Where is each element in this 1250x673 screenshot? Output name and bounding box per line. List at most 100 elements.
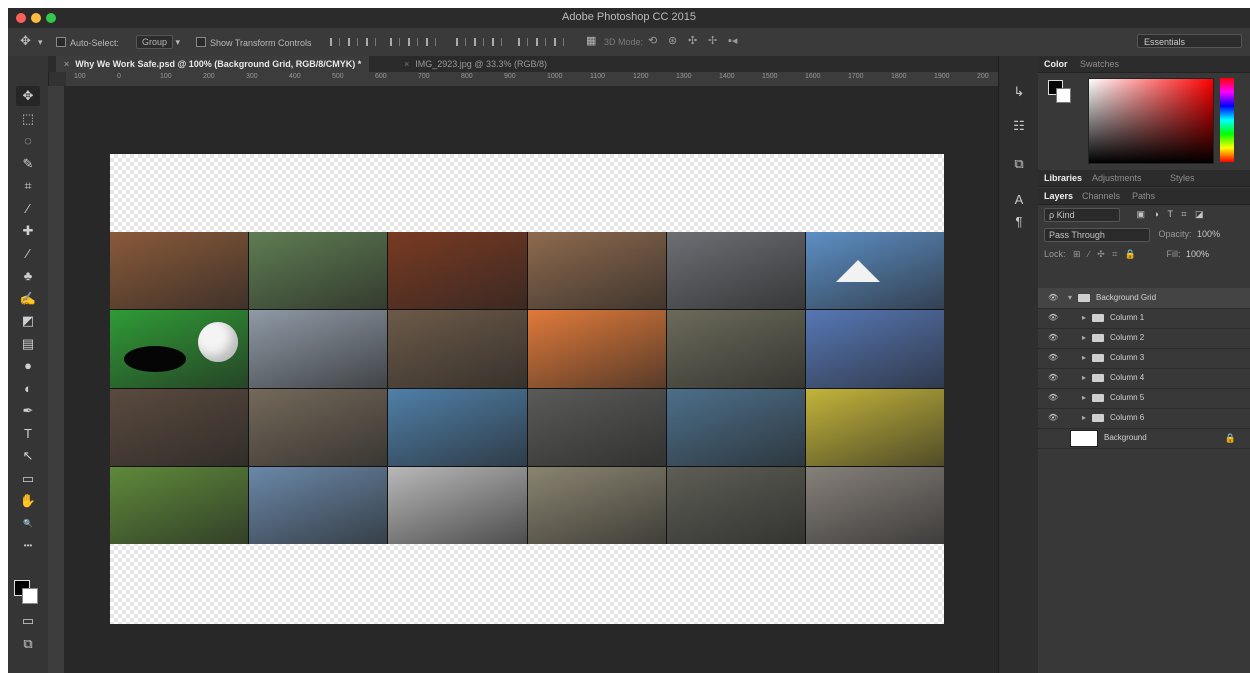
history-panel-icon[interactable]: ↳ — [1009, 84, 1029, 100]
collapse-chevron-icon[interactable]: ▸ — [1082, 328, 1086, 348]
photo-cell[interactable] — [527, 310, 666, 388]
vertical-ruler[interactable] — [48, 86, 65, 673]
photo-cell[interactable] — [249, 310, 388, 388]
photo-cell[interactable] — [110, 466, 249, 544]
3d-roll-icon[interactable]: ⊛ — [668, 34, 677, 47]
type-filter-icon[interactable]: T — [1168, 209, 1173, 219]
quick-select-icon[interactable]: ✎ — [16, 154, 40, 174]
auto-select-checkbox[interactable]: Auto-Select: — [56, 37, 119, 48]
distribute-bottom-icon[interactable] — [492, 38, 502, 46]
layer-row[interactable]: 👁 ▸ Column 5 — [1038, 388, 1250, 409]
photo-cell[interactable] — [388, 310, 527, 388]
tab-swatches[interactable]: Swatches — [1080, 59, 1119, 69]
screen-mode-icon[interactable]: ⧉ — [16, 634, 40, 654]
stamp-icon[interactable]: ♣ — [16, 266, 40, 286]
photo-cell[interactable] — [527, 388, 666, 466]
workspace-dropdown[interactable]: Essentials — [1137, 34, 1242, 48]
tab-styles[interactable]: Styles — [1170, 173, 1195, 183]
horizontal-ruler[interactable]: 100 0 100 200 300 400 500 600 700 800 900 1000 1100 1… — [66, 72, 998, 87]
align-vcenter-icon[interactable] — [348, 38, 358, 46]
visibility-eye-icon[interactable]: 👁 — [1048, 348, 1058, 368]
color-picker-field[interactable] — [1088, 78, 1214, 164]
crop-icon[interactable]: ⌗ — [16, 176, 40, 196]
document-canvas[interactable] — [110, 154, 944, 624]
auto-align-icon[interactable]: ▦ — [586, 34, 596, 47]
photo-cell[interactable] — [110, 232, 249, 310]
adjustment-filter-icon[interactable]: ◑ — [1154, 209, 1159, 219]
lasso-icon[interactable]: ◌ — [16, 131, 40, 151]
tab-color[interactable]: Color — [1044, 59, 1068, 69]
shape-filter-icon[interactable]: ⌗ — [1181, 209, 1186, 219]
visibility-eye-icon[interactable]: 👁 — [1048, 388, 1058, 408]
3d-drag-icon[interactable]: ✣ — [688, 34, 697, 47]
photo-cell[interactable] — [388, 466, 527, 544]
photo-cell[interactable] — [388, 232, 527, 310]
pixel-filter-icon[interactable]: ▣ — [1137, 209, 1146, 219]
layer-row[interactable]: 👁 ▸ Column 6 — [1038, 408, 1250, 429]
tab-img-2923[interactable]: × IMG_2923.jpg @ 33.3% (RGB/8) — [396, 56, 555, 72]
hand-icon[interactable]: ✋ — [16, 491, 40, 511]
more-icon[interactable]: ••• — [16, 536, 40, 556]
quick-mask-icon[interactable]: ▭ — [16, 611, 40, 631]
marquee-icon[interactable]: ⬚ — [16, 109, 40, 129]
distribute-right-icon[interactable] — [554, 38, 564, 46]
lock-position-icon[interactable]: ✣ — [1097, 249, 1105, 259]
path-select-icon[interactable]: ↖ — [16, 446, 40, 466]
lock-transparent-icon[interactable]: ⊞ — [1073, 249, 1081, 259]
close-tab-icon[interactable]: × — [64, 59, 69, 69]
layer-kind-filter[interactable]: ρ Kind — [1044, 207, 1120, 222]
tab-libraries[interactable]: Libraries — [1044, 173, 1082, 183]
align-top-icon[interactable] — [330, 38, 340, 46]
hue-slider[interactable] — [1220, 78, 1234, 162]
gradient-icon[interactable]: ▤ — [16, 334, 40, 354]
blend-mode-dropdown[interactable]: Pass Through — [1044, 227, 1150, 242]
distribute-hcenter-icon[interactable] — [536, 38, 546, 46]
layer-row[interactable]: Background 🔒 — [1038, 428, 1250, 449]
distribute-left-icon[interactable] — [518, 38, 528, 46]
photo-cell[interactable] — [805, 388, 944, 466]
collapse-chevron-icon[interactable]: ▸ — [1082, 368, 1086, 388]
3d-rotate-icon[interactable]: ⟲ — [648, 34, 657, 47]
photo-cell[interactable] — [805, 232, 944, 310]
opacity-value[interactable]: 100% — [1197, 229, 1220, 239]
photo-cell[interactable] — [805, 466, 944, 544]
tab-channels[interactable]: Channels — [1082, 191, 1120, 201]
character-panel-icon[interactable]: A — [1009, 192, 1029, 207]
photo-cell[interactable] — [666, 388, 805, 466]
lock-all-icon[interactable]: 🔒 — [1125, 249, 1136, 259]
photo-cell[interactable] — [527, 232, 666, 310]
collapse-chevron-icon[interactable]: ▸ — [1082, 308, 1086, 328]
background-color-swatch[interactable] — [1056, 88, 1071, 103]
photo-cell[interactable] — [388, 388, 527, 466]
tab-paths[interactable]: Paths — [1132, 191, 1155, 201]
pen-icon[interactable]: ✒ — [16, 401, 40, 421]
align-left-icon[interactable] — [390, 38, 400, 46]
lock-artboard-icon[interactable]: ⌗ — [1112, 249, 1117, 259]
photo-cell[interactable] — [666, 466, 805, 544]
history-brush-icon[interactable]: ✍ — [16, 289, 40, 309]
expand-chevron-icon[interactable]: ▾ — [1068, 288, 1072, 308]
background-color-swatch[interactable] — [22, 588, 38, 604]
move-icon[interactable]: ✥ — [16, 86, 40, 106]
close-tab-icon[interactable]: × — [404, 59, 409, 69]
lock-pixels-icon[interactable]: ∕ — [1088, 249, 1090, 259]
photo-cell[interactable] — [527, 466, 666, 544]
blur-icon[interactable]: ● — [16, 356, 40, 376]
visibility-eye-icon[interactable]: 👁 — [1048, 308, 1058, 328]
show-transform-checkbox[interactable]: Show Transform Controls — [196, 37, 312, 48]
align-right-icon[interactable] — [426, 38, 436, 46]
visibility-eye-icon[interactable]: 👁 — [1048, 408, 1058, 428]
rectangle-icon[interactable]: ▭ — [16, 469, 40, 489]
tab-why-we-work-safe[interactable]: × Why We Work Safe.psd @ 100% (Background… — [56, 56, 370, 72]
collapse-chevron-icon[interactable]: ▸ — [1082, 348, 1086, 368]
layer-row[interactable]: 👁 ▸ Column 2 — [1038, 328, 1250, 349]
layer-row[interactable]: 👁 ▸ Column 1 — [1038, 308, 1250, 329]
photo-grid[interactable] — [110, 232, 944, 544]
layer-row[interactable]: 👁 ▾ Background Grid — [1038, 288, 1250, 309]
distribute-vcenter-icon[interactable] — [474, 38, 484, 46]
eyedropper-icon[interactable]: ⁄ — [16, 199, 40, 219]
3d-scale-icon[interactable]: ▪◂ — [728, 34, 737, 47]
adjust-panel-icon[interactable]: ☷ — [1009, 118, 1029, 134]
properties-panel-icon[interactable]: ⧉ — [1009, 156, 1029, 172]
layer-row[interactable]: 👁 ▸ Column 4 — [1038, 368, 1250, 389]
